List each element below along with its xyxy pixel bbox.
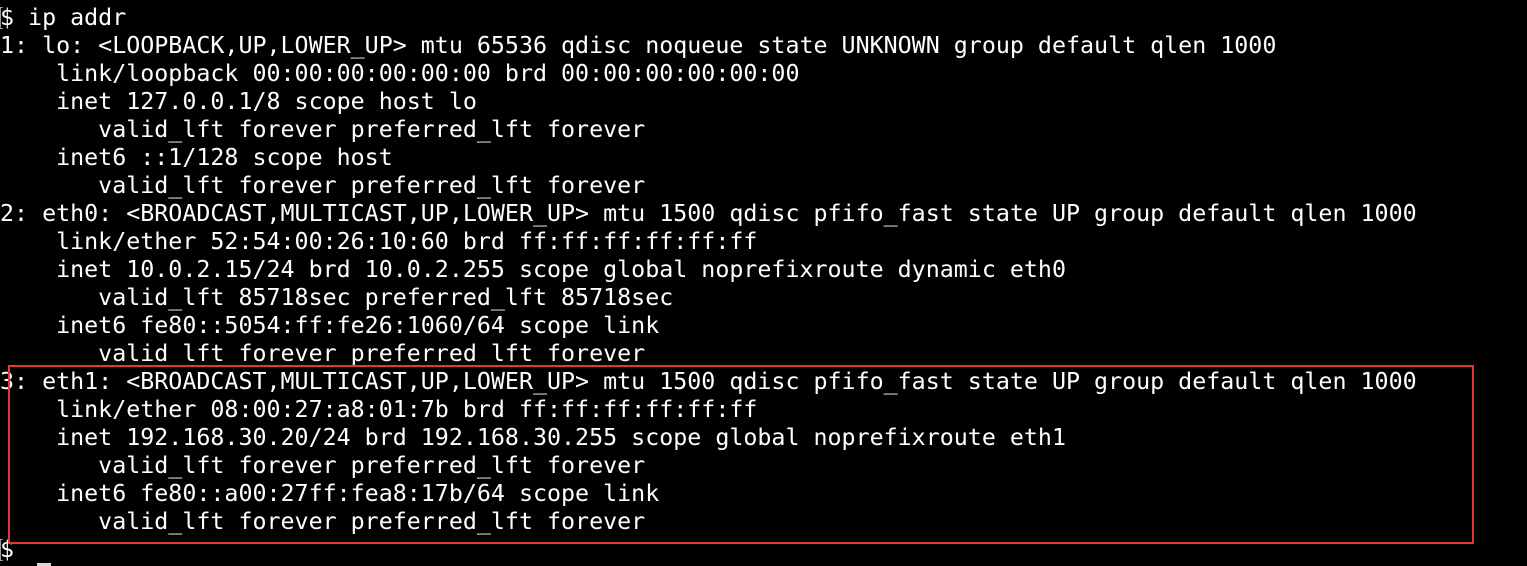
output-line: valid_lft forever preferred_lft forever [0, 116, 646, 143]
command-line: $ ip addr [0, 4, 127, 31]
shell-prompt: $ [0, 536, 15, 563]
output-line: 1: lo: <LOOPBACK,UP,LOWER_UP> mtu 65536 … [0, 32, 1277, 59]
output-line: inet 10.0.2.15/24 brd 10.0.2.255 scope g… [0, 256, 1066, 283]
terminal-window[interactable]: $ ip addr 1: lo: <LOOPBACK,UP,LOWER_UP> … [0, 0, 1527, 566]
output-line: 2: eth0: <BROADCAST,MULTICAST,UP,LOWER_U… [0, 200, 1417, 227]
output-line-highlighted: inet 192.168.30.20/24 brd 192.168.30.255… [0, 424, 1066, 451]
output-line: valid_lft forever preferred_lft forever [0, 340, 646, 367]
output-line: inet6 ::1/128 scope host [0, 144, 393, 171]
output-line-highlighted: link/ether 08:00:27:a8:01:7b brd ff:ff:f… [0, 396, 758, 423]
output-line: inet 127.0.0.1/8 scope host lo [0, 88, 477, 115]
output-line-highlighted: 3: eth1: <BROADCAST,MULTICAST,UP,LOWER_U… [0, 368, 1417, 395]
output-line: inet6 fe80::5054:ff:fe26:1060/64 scope l… [0, 312, 660, 339]
output-line: valid_lft 85718sec preferred_lft 85718se… [0, 284, 674, 311]
output-line: link/ether 52:54:00:26:10:60 brd ff:ff:f… [0, 228, 758, 255]
output-line: valid_lft forever preferred_lft forever [0, 172, 646, 199]
output-line-highlighted: valid_lft forever preferred_lft forever [0, 508, 646, 535]
output-line: link/loopback 00:00:00:00:00:00 brd 00:0… [0, 60, 800, 87]
output-line-highlighted: inet6 fe80::a00:27ff:fea8:17b/64 scope l… [0, 480, 660, 507]
output-line-highlighted: valid_lft forever preferred_lft forever [0, 452, 646, 479]
